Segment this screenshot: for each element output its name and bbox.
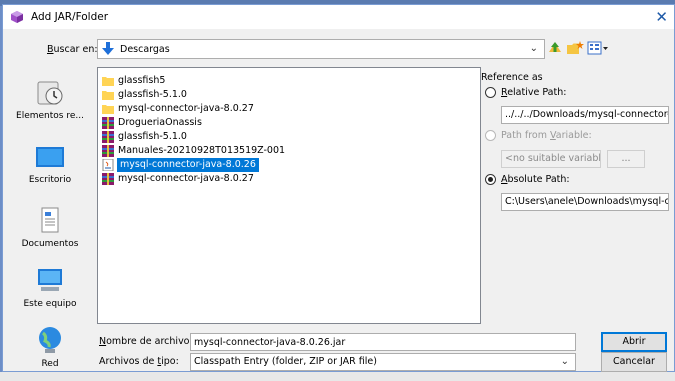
file-name: mysql-connector-java-8.0.27 xyxy=(118,103,254,114)
look-in-label: Buscar en: xyxy=(47,44,98,55)
place-label: Documentos xyxy=(21,239,79,249)
up-one-level-icon[interactable] xyxy=(547,40,563,56)
view-menu-icon[interactable] xyxy=(587,40,609,56)
relative-path-label-text: elative Path: xyxy=(507,87,567,98)
place-this-pc[interactable]: Este equipo xyxy=(7,267,93,325)
look-in-row: Buscar en: Descargas ⌄ xyxy=(3,39,674,61)
java-jar-icon xyxy=(102,159,114,171)
file-name: mysql-connector-java-8.0.26 xyxy=(117,158,259,172)
file-type-combo[interactable]: Classpath Entry (folder, ZIP or JAR file… xyxy=(190,353,576,371)
file-name-input[interactable] xyxy=(190,333,576,351)
path-from-variable-radio[interactable] xyxy=(485,130,496,141)
absolute-path-label: Absolute Path: xyxy=(501,174,570,185)
file-name-label-text: ombre de archivo: xyxy=(106,336,193,347)
file-name: glassfish5 xyxy=(118,75,166,86)
file-list[interactable]: glassfish5 glassfish-5.1.0 mysql-connect… xyxy=(97,67,481,324)
create-new-folder-icon[interactable] xyxy=(566,40,584,56)
place-label: Red xyxy=(41,359,59,369)
background-window-bottom xyxy=(0,372,675,381)
file-name: DrogueriaOnassis xyxy=(118,117,202,128)
reference-as-title: Reference as xyxy=(481,72,543,83)
place-recent-items[interactable]: Elementos re... xyxy=(7,79,93,137)
place-desktop[interactable]: Escritorio xyxy=(7,145,93,203)
downloads-folder-icon xyxy=(102,42,114,55)
folder-icon xyxy=(102,77,114,86)
relative-path-field[interactable]: ../../../Downloads/mysql-connector- xyxy=(501,106,669,124)
chevron-down-icon[interactable]: ⌄ xyxy=(530,43,538,54)
path-from-variable-label: Path from Variable: xyxy=(501,130,592,141)
path-from-variable-label-pre: Path from xyxy=(501,130,551,141)
file-type-value: Classpath Entry (folder, ZIP or JAR file… xyxy=(194,356,377,367)
radio-selected-dot xyxy=(488,177,493,182)
place-documents[interactable]: Documentos xyxy=(7,207,93,265)
add-jar-folder-dialog: Add JAR/Folder ✕ Buscar en: Descargas ⌄ xyxy=(2,4,675,372)
folder-icon xyxy=(102,105,114,114)
file-type-label-text: ipo: xyxy=(161,356,179,367)
place-label: Elementos re... xyxy=(16,111,84,121)
title-bar[interactable]: Add JAR/Folder ✕ xyxy=(3,5,674,29)
network-icon xyxy=(39,327,61,353)
close-icon[interactable]: ✕ xyxy=(655,8,668,26)
documents-icon xyxy=(41,207,59,233)
reference-as-panel: Reference as Relative Path: ../../../Dow… xyxy=(481,67,674,247)
cancel-button[interactable]: Cancelar xyxy=(601,352,667,372)
rar-archive-icon xyxy=(102,117,114,129)
folder-icon xyxy=(102,91,114,100)
variable-browse-button[interactable]: ... xyxy=(607,150,645,168)
file-name: mysql-connector-java-8.0.27 xyxy=(118,173,254,184)
file-type-label: Archivos de tipo: xyxy=(99,356,179,367)
place-network[interactable]: Red xyxy=(7,325,93,381)
rar-archive-icon xyxy=(102,131,114,143)
desktop-icon xyxy=(36,147,64,167)
absolute-path-label-text: bsolute Path: xyxy=(507,174,570,185)
variable-select[interactable]: <no suitable variable> xyxy=(501,150,601,168)
rar-archive-icon xyxy=(102,173,114,185)
chevron-down-icon[interactable]: ⌄ xyxy=(561,356,569,367)
place-label: Este equipo xyxy=(23,299,77,309)
look-in-value: Descargas xyxy=(120,44,170,55)
file-name-label: Nombre de archivo: xyxy=(99,336,193,347)
this-pc-icon xyxy=(38,269,62,291)
file-type-label-pre: Archivos de xyxy=(99,356,158,367)
relative-path-radio[interactable] xyxy=(485,87,496,98)
relative-path-label: Relative Path: xyxy=(501,87,566,98)
file-name: glassfish-5.1.0 xyxy=(118,131,187,142)
places-sidebar: Elementos re... Escritorio Documentos Es… xyxy=(7,67,93,375)
netbeans-cube-icon xyxy=(11,11,23,23)
open-button[interactable]: Abrir xyxy=(601,332,667,352)
absolute-path-radio[interactable] xyxy=(485,174,496,185)
look-in-combo[interactable]: Descargas ⌄ xyxy=(97,39,545,59)
file-name: Manuales-20210928T013519Z-001 xyxy=(118,145,286,156)
path-from-variable-label-text: ariable: xyxy=(555,130,592,141)
recent-items-icon xyxy=(37,81,63,105)
dialog-title: Add JAR/Folder xyxy=(31,11,109,23)
rar-archive-icon xyxy=(102,145,114,157)
look-in-label-text: uscar en: xyxy=(53,44,98,55)
place-label: Escritorio xyxy=(28,175,72,185)
absolute-path-field[interactable]: C:\Users\anele\Downloads\mysql-conn xyxy=(501,193,669,211)
file-name: glassfish-5.1.0 xyxy=(118,89,187,100)
